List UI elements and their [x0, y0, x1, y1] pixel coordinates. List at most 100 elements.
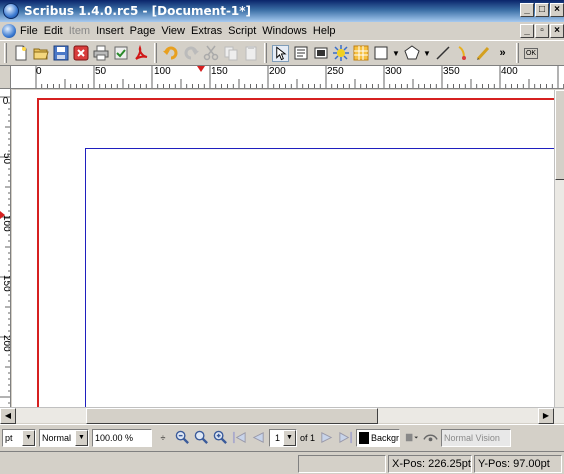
scroll-right-button[interactable]: ▶ [538, 408, 554, 424]
ruler-label: 400 [501, 66, 518, 77]
preflight-icon[interactable] [112, 45, 129, 62]
next-page-icon[interactable] [318, 430, 334, 446]
mode-select[interactable]: Normal ▼ [39, 428, 89, 447]
line-icon[interactable] [434, 45, 451, 62]
ruler-label: 150 [211, 66, 228, 77]
chevron-down-icon[interactable]: ▼ [392, 45, 400, 62]
menu-help[interactable]: Help [313, 25, 342, 37]
page-number-select[interactable]: 1 ▼ [269, 428, 297, 447]
x-position-field: X-Pos: 226.25pt [388, 455, 472, 473]
paste-icon[interactable] [242, 45, 259, 62]
doc-restore-button[interactable]: ▫ [535, 24, 549, 38]
menu-view[interactable]: View [161, 25, 191, 37]
close-document-icon[interactable] [72, 45, 89, 62]
layer-select-value: Backgr [371, 432, 400, 443]
zoom-100-icon[interactable] [193, 430, 209, 446]
vertical-scrollbar[interactable] [554, 90, 564, 407]
last-page-icon[interactable] [337, 430, 353, 446]
new-document-icon[interactable] [12, 45, 29, 62]
xpos-value: 226.25pt [428, 458, 471, 470]
minimize-button[interactable]: _ [520, 3, 534, 17]
scroll-left-button[interactable]: ◀ [0, 408, 16, 424]
title-bar[interactable]: Scribus 1.4.0.rc5 - [Document-1*] _ □ × [0, 0, 564, 22]
image-frame-icon[interactable] [312, 45, 329, 62]
chevron-down-icon[interactable]: ▼ [22, 429, 35, 446]
zoom-stepper-icon[interactable]: ÷ [155, 430, 171, 446]
menu-bar: File Edit Item Insert Page View Extras S… [0, 22, 564, 40]
horizontal-scrollbar[interactable]: ◀ ▶ [0, 407, 564, 424]
ruler-label: 300 [385, 66, 402, 77]
menu-windows[interactable]: Windows [262, 25, 313, 37]
render-frame-icon[interactable] [332, 45, 349, 62]
zoom-field[interactable]: 100.00 % [92, 428, 152, 447]
ruler-label: 50 [1, 153, 11, 165]
chevron-down-icon[interactable]: ▼ [75, 429, 88, 446]
redo-icon[interactable] [182, 45, 199, 62]
previous-page-icon[interactable] [250, 430, 266, 446]
menu-item[interactable]: Item [69, 25, 96, 37]
menu-script[interactable]: Script [228, 25, 262, 37]
document-canvas[interactable] [12, 90, 554, 407]
print-icon[interactable] [92, 45, 109, 62]
horizontal-scroll-thumb[interactable] [86, 408, 378, 424]
toolbar-separator [264, 43, 267, 63]
chevron-down-icon[interactable]: ▼ [423, 45, 431, 62]
open-icon[interactable] [32, 45, 49, 62]
scribus-app-icon[interactable] [3, 3, 19, 19]
zoom-out-icon[interactable] [174, 430, 190, 446]
toolbar-overflow-icon[interactable]: » [494, 45, 511, 62]
doc-minimize-button[interactable]: _ [520, 24, 534, 38]
zoom-value: 100.00 % [95, 432, 134, 443]
freehand-icon[interactable] [474, 45, 491, 62]
ruler-label: 150 [1, 275, 11, 292]
ruler-label: 100 [154, 66, 171, 77]
view-toolbar: pt ▼ Normal ▼ 100.00 % ÷ 1 ▼ of 1 Backgr… [0, 424, 564, 450]
zoom-in-icon[interactable] [212, 430, 228, 446]
preview-mode-icon[interactable] [403, 430, 419, 446]
save-icon[interactable] [52, 45, 69, 62]
first-page-icon[interactable] [231, 430, 247, 446]
menu-extras[interactable]: Extras [191, 25, 228, 37]
layer-select[interactable]: Backgr [356, 428, 401, 447]
copy-icon[interactable] [222, 45, 239, 62]
text-frame-icon[interactable] [292, 45, 309, 62]
horizontal-ruler[interactable]: 0 50 100 150 200 250 300 350 400 [11, 66, 564, 89]
menu-edit[interactable]: Edit [44, 25, 69, 37]
menu-insert[interactable]: Insert [96, 25, 130, 37]
ruler-ticks [0, 96, 10, 404]
scribus-window: Scribus 1.4.0.rc5 - [Document-1*] _ □ × … [0, 0, 564, 474]
select-icon[interactable] [272, 44, 289, 62]
document-icon[interactable] [2, 24, 16, 38]
menu-page[interactable]: Page [130, 25, 162, 37]
menu-file[interactable]: File [20, 25, 44, 37]
document-window-controls: _ ▫ × [520, 24, 564, 38]
vertical-ruler[interactable]: 0 50 100 150 200 [0, 89, 11, 407]
ruler-corner[interactable] [0, 66, 11, 89]
cut-icon[interactable] [202, 45, 219, 62]
shape-icon[interactable] [372, 45, 389, 62]
chevron-down-icon[interactable]: ▼ [283, 429, 296, 446]
unit-select[interactable]: pt ▼ [2, 428, 36, 447]
close-button[interactable]: × [550, 3, 564, 17]
ok-icon[interactable]: OK [524, 47, 538, 59]
eye-icon[interactable] [422, 430, 438, 446]
undo-icon[interactable] [162, 45, 179, 62]
margin-guide-top [85, 148, 554, 149]
table-icon[interactable] [352, 45, 369, 62]
bezier-icon[interactable] [454, 45, 471, 62]
page-total-label: of 1 [300, 432, 316, 443]
vision-select[interactable]: Normal Vision [441, 428, 512, 447]
toolbar-grip[interactable] [4, 43, 7, 63]
ruler-label: 350 [443, 66, 460, 77]
vertical-scroll-thumb[interactable] [555, 90, 564, 180]
window-title: Scribus 1.4.0.rc5 - [Document-1*] [24, 4, 252, 18]
polygon-icon[interactable] [403, 45, 420, 62]
status-message-field [298, 455, 386, 473]
pdf-export-icon[interactable] [132, 45, 149, 62]
page-border-top [37, 98, 554, 100]
maximize-button[interactable]: □ [535, 3, 549, 17]
doc-close-button[interactable]: × [550, 24, 564, 38]
toolbar-separator [516, 43, 519, 63]
ruler-label: 200 [269, 66, 286, 77]
status-bar: X-Pos: 226.25pt Y-Pos: 97.00pt [0, 451, 564, 474]
